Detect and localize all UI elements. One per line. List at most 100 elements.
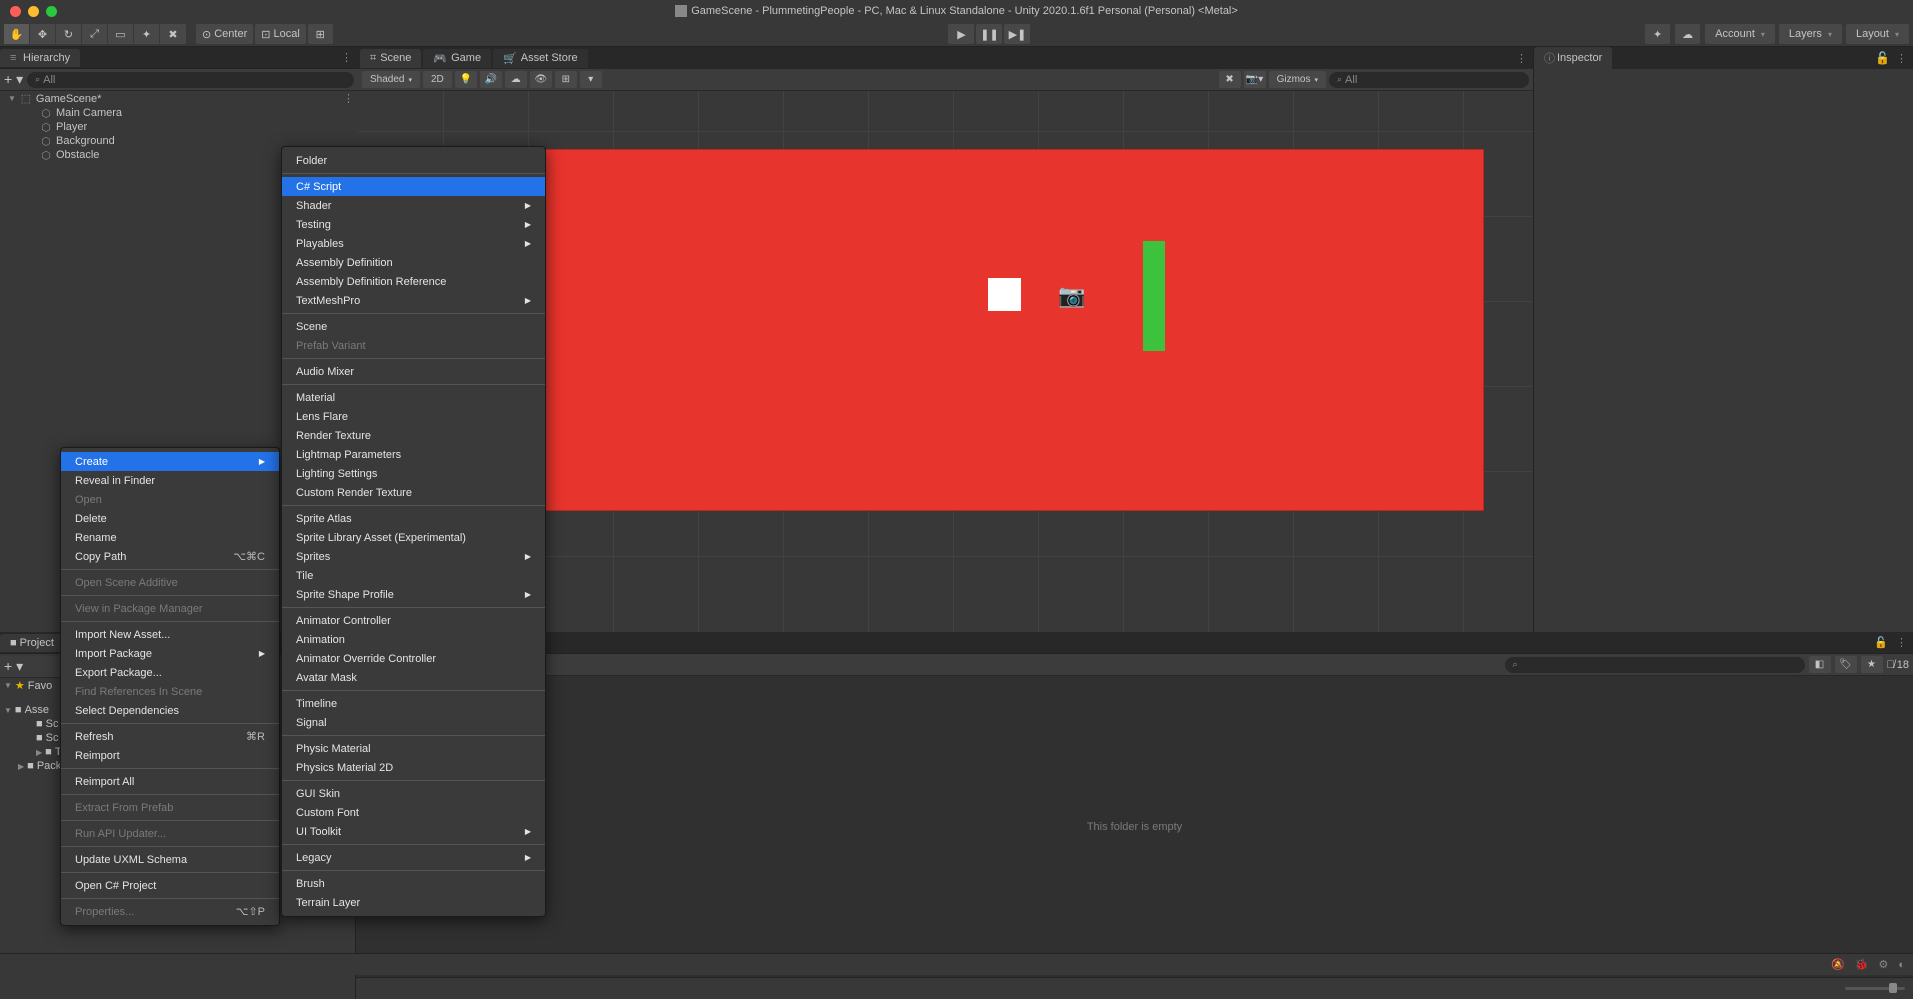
ctx-asmref[interactable]: Assembly Definition Reference: [282, 272, 545, 291]
hidden-count[interactable]: 👁̸18: [1887, 659, 1910, 671]
ctx-open-csproj[interactable]: Open C# Project: [61, 876, 279, 895]
ctx-reveal[interactable]: Reveal in Finder: [61, 471, 279, 490]
project-search[interactable]: ⌕: [1505, 657, 1805, 673]
camera-settings[interactable]: ▾: [580, 71, 602, 88]
camera-gizmo[interactable]: 📷: [1058, 283, 1085, 309]
ctx-physics-material-2d[interactable]: Physics Material 2D: [282, 758, 545, 777]
ctx-sprite-atlas[interactable]: Sprite Atlas: [282, 509, 545, 528]
maximize-window-button[interactable]: [46, 6, 57, 17]
scene-tab[interactable]: ⌗Scene: [360, 49, 421, 68]
ctx-asmdef[interactable]: Assembly Definition: [282, 253, 545, 272]
rotate-tool[interactable]: ↻: [56, 24, 82, 44]
snap-toggle[interactable]: ⊞: [308, 24, 334, 44]
hierarchy-search[interactable]: ⌕ All: [27, 72, 354, 88]
ctx-animator-override[interactable]: Animator Override Controller: [282, 649, 545, 668]
create-dropdown[interactable]: + ▾: [4, 71, 23, 88]
collab-button[interactable]: ✦: [1645, 24, 1671, 44]
background-object[interactable]: [542, 149, 1484, 511]
game-tab[interactable]: 🎮Game: [423, 49, 491, 68]
panel-menu-icon[interactable]: ⋮: [1896, 52, 1913, 65]
ctx-avatar-mask[interactable]: Avatar Mask: [282, 668, 545, 687]
ctx-animation[interactable]: Animation: [282, 630, 545, 649]
filter-by-type[interactable]: ◧: [1809, 656, 1831, 673]
project-create-icon[interactable]: + ▾: [4, 658, 23, 675]
notification-icon[interactable]: 🔕: [1831, 958, 1845, 971]
obstacle-object[interactable]: [1143, 241, 1165, 351]
asset-store-tab[interactable]: 🛒Asset Store: [493, 49, 588, 68]
panel-menu-icon[interactable]: ⋮: [1896, 636, 1913, 649]
cloud-button[interactable]: ☁: [1675, 24, 1701, 44]
hidden-toggle[interactable]: 👁: [530, 71, 552, 88]
scene-search[interactable]: ⌕All: [1329, 72, 1529, 88]
lighting-toggle[interactable]: 💡: [455, 71, 477, 88]
ctx-refresh[interactable]: Refresh⌘R: [61, 727, 279, 746]
ctx-terrain-layer[interactable]: Terrain Layer: [282, 893, 545, 912]
inspector-tab[interactable]: ⓘ Inspector: [1534, 47, 1612, 69]
grid-toggle[interactable]: ⊞: [555, 71, 577, 88]
pause-button[interactable]: ❚❚: [976, 24, 1002, 44]
ctx-timeline[interactable]: Timeline: [282, 694, 545, 713]
ctx-lightmap-params[interactable]: Lightmap Parameters: [282, 445, 545, 464]
ctx-audio-mixer[interactable]: Audio Mixer: [282, 362, 545, 381]
gizmos-dropdown[interactable]: Gizmos: [1269, 71, 1326, 88]
progress-icon[interactable]: ◐: [1898, 959, 1905, 971]
ctx-delete[interactable]: Delete: [61, 509, 279, 528]
ctx-gui-skin[interactable]: GUI Skin: [282, 784, 545, 803]
ctx-animator-controller[interactable]: Animator Controller: [282, 611, 545, 630]
icon-size-slider[interactable]: [1845, 987, 1905, 990]
ctx-ui-toolkit[interactable]: UI Toolkit: [282, 822, 545, 841]
layout-dropdown[interactable]: Layout: [1846, 24, 1909, 44]
layers-dropdown[interactable]: Layers: [1779, 24, 1842, 44]
camera-icon-btn[interactable]: 📷▾: [1244, 71, 1266, 88]
gameobject-player[interactable]: ⬡Player: [0, 120, 358, 134]
ctx-lighting-settings[interactable]: Lighting Settings: [282, 464, 545, 483]
ctx-create[interactable]: Create: [61, 452, 279, 471]
ctx-playables[interactable]: Playables: [282, 234, 545, 253]
rotation-toggle[interactable]: ⊡Local: [255, 24, 306, 44]
save-search[interactable]: ★: [1861, 656, 1883, 673]
ctx-folder[interactable]: Folder: [282, 151, 545, 170]
hand-tool[interactable]: ✋: [4, 24, 30, 44]
ctx-signal[interactable]: Signal: [282, 713, 545, 732]
panel-menu-icon[interactable]: ⋮: [1516, 52, 1533, 65]
tool-settings[interactable]: ✖: [1219, 71, 1241, 88]
hierarchy-tab[interactable]: ≡ Hierarchy: [0, 49, 80, 67]
ctx-shader[interactable]: Shader: [282, 196, 545, 215]
ctx-export-package[interactable]: Export Package...: [61, 663, 279, 682]
account-dropdown[interactable]: Account: [1705, 24, 1775, 44]
project-content[interactable]: ⌕ ◧ 🏷 ★ 👁̸18 This folder is empty: [356, 654, 1913, 999]
project-tab[interactable]: ■ Project: [0, 634, 64, 652]
close-window-button[interactable]: [10, 6, 21, 17]
scene-root[interactable]: ▼ ⬚ GameScene* ⋮: [0, 91, 358, 106]
ctx-sprite-shape[interactable]: Sprite Shape Profile: [282, 585, 545, 604]
filter-by-label[interactable]: 🏷: [1835, 656, 1857, 673]
move-tool[interactable]: ✥: [30, 24, 56, 44]
rect-tool[interactable]: ▭: [108, 24, 134, 44]
transform-tool[interactable]: ✦: [134, 24, 160, 44]
panel-menu-icon[interactable]: ⋮: [341, 51, 358, 64]
ctx-select-deps[interactable]: Select Dependencies: [61, 701, 279, 720]
ctx-csharp-script[interactable]: C# Script: [282, 177, 545, 196]
ctx-tmp[interactable]: TextMeshPro: [282, 291, 545, 310]
ctx-physic-material[interactable]: Physic Material: [282, 739, 545, 758]
debug-icon[interactable]: 🐞: [1855, 958, 1869, 971]
player-object[interactable]: [988, 278, 1021, 311]
2d-toggle[interactable]: 2D: [423, 71, 452, 88]
ctx-custom-rt[interactable]: Custom Render Texture: [282, 483, 545, 502]
ctx-testing[interactable]: Testing: [282, 215, 545, 234]
step-button[interactable]: ▶❚: [1004, 24, 1030, 44]
ctx-rename[interactable]: Rename: [61, 528, 279, 547]
audio-toggle[interactable]: 🔊: [480, 71, 502, 88]
play-button[interactable]: ▶: [948, 24, 974, 44]
ctx-material[interactable]: Material: [282, 388, 545, 407]
ctx-custom-font[interactable]: Custom Font: [282, 803, 545, 822]
ctx-lens-flare[interactable]: Lens Flare: [282, 407, 545, 426]
custom-tools[interactable]: ✖: [160, 24, 186, 44]
gameobject-main-camera[interactable]: ⬡Main Camera: [0, 106, 358, 120]
ctx-update-uxml[interactable]: Update UXML Schema: [61, 850, 279, 869]
scene-menu-icon[interactable]: ⋮: [343, 92, 354, 105]
ctx-brush[interactable]: Brush: [282, 874, 545, 893]
pivot-toggle[interactable]: ⊙Center: [196, 24, 253, 44]
scale-tool[interactable]: ⤢: [82, 24, 108, 44]
ctx-import-new[interactable]: Import New Asset...: [61, 625, 279, 644]
